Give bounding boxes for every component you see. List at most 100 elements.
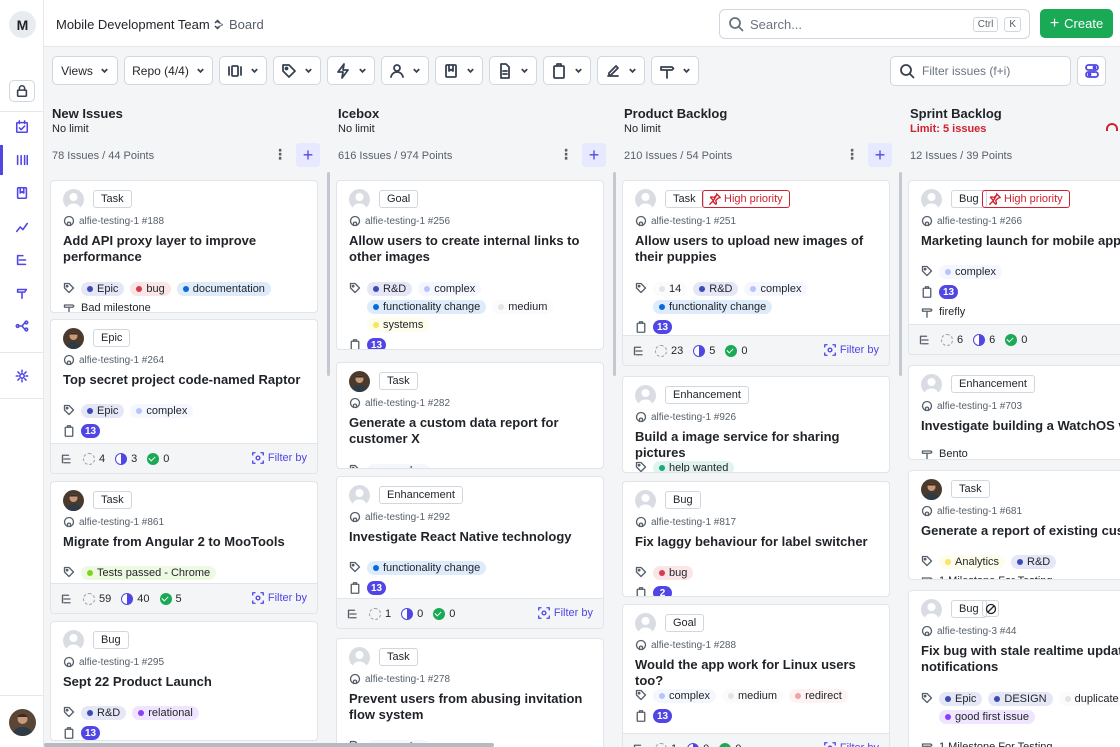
repo-filter-button[interactable]: Repo (4/4) (124, 56, 213, 85)
label-chip[interactable]: Epic (939, 692, 983, 706)
issue-card[interactable]: Bug alfie-testing-1 #817 Fix laggy behavio… (622, 481, 890, 597)
issue-title[interactable]: Build a image service for sharing pictur… (635, 429, 885, 461)
issue-card[interactable]: Enhancement alfie-testing-1 #292 Investiga… (336, 476, 604, 629)
issue-title[interactable]: Allow users to create internal links to … (349, 233, 599, 265)
filter-by-button[interactable]: Filter by (537, 607, 593, 619)
label-chip[interactable]: bug (653, 566, 694, 580)
label-chip[interactable]: duplicate (1058, 692, 1120, 706)
issue-title[interactable]: Add API proxy layer to improve performan… (63, 233, 313, 265)
label-chip[interactable]: redirect (789, 689, 848, 703)
estimate-filter-button[interactable] (543, 56, 591, 85)
column-scrollbar[interactable] (613, 172, 616, 376)
label-chip[interactable]: DESIGN (988, 692, 1053, 706)
issue-title[interactable]: Generate a custom data report for custom… (349, 415, 599, 447)
label-chip[interactable]: complex (418, 282, 482, 296)
label-chip[interactable]: 14 (653, 282, 688, 296)
issue-title[interactable]: Top secret project code-named Raptor (63, 372, 313, 388)
search-input[interactable]: Search... Ctrl K (719, 9, 1030, 39)
issue-card[interactable]: Task alfie-testing-1 #861 Migrate from Ang… (50, 481, 318, 614)
layout-button[interactable] (219, 56, 267, 85)
label-chip[interactable]: complex (130, 404, 194, 418)
milestone-icon[interactable] (10, 281, 34, 305)
issue-card[interactable]: Enhancement alfie-testing-1 #926 Build a i… (622, 376, 890, 473)
assignee-filter-button[interactable] (381, 56, 429, 85)
sprint-icon[interactable] (10, 115, 34, 139)
label-chip[interactable]: documentation (176, 282, 271, 296)
issue-title[interactable]: Fix bug with stale realtime updates for … (921, 643, 1120, 675)
label-chip[interactable]: bug (130, 282, 171, 296)
breadcrumb-team[interactable]: Mobile Development Team (56, 17, 222, 32)
issue-title[interactable]: Migrate from Angular 2 to MooTools (63, 534, 313, 550)
label-chip[interactable]: functionality change (367, 300, 487, 314)
label-chip[interactable]: Analytics (939, 555, 1006, 569)
label-chip[interactable]: R&D (81, 706, 127, 720)
issue-card[interactable]: Bug High priority alfie-testing-1 #266 Mark… (908, 180, 1120, 355)
label-chip[interactable]: complex (367, 464, 430, 468)
issue-card[interactable]: Enhancement alfie-testing-1 #703 Investiga… (908, 365, 1120, 460)
display-settings-button[interactable] (1077, 56, 1106, 86)
priority-filter-button[interactable] (327, 56, 375, 85)
add-issue-button[interactable]: + (296, 143, 320, 167)
user-avatar[interactable] (9, 709, 36, 736)
issue-card[interactable]: Goal alfie-testing-1 #256 Allow users to c… (336, 180, 604, 350)
filter-by-button[interactable]: Filter by (251, 452, 307, 464)
label-chip[interactable]: Epic (81, 282, 125, 296)
labels-filter-button[interactable] (273, 56, 321, 85)
more-options-icon[interactable]: ⋮ (845, 146, 859, 162)
label-chip[interactable]: help wanted (653, 461, 735, 472)
issue-card[interactable]: Task alfie-testing-1 #278 Prevent users fr… (336, 638, 604, 747)
label-chip[interactable]: R&D (693, 282, 739, 296)
label-chip[interactable]: functionality change (653, 300, 773, 314)
settings-gear-icon[interactable] (10, 364, 34, 388)
horizontal-scrollbar[interactable] (44, 743, 494, 747)
label-chip[interactable]: R&D (367, 282, 413, 296)
issue-card[interactable]: Bug alfie-testing-1 #295 Sept 22 Product L… (50, 621, 318, 741)
add-issue-button[interactable]: + (582, 143, 606, 167)
label-chip[interactable]: complex (939, 265, 1002, 279)
filter-by-button[interactable]: Filter by (823, 344, 879, 356)
issue-title[interactable]: Would the app work for Linux users too? (635, 657, 885, 689)
filter-by-button[interactable]: Filter by (251, 592, 307, 604)
issue-title[interactable]: Marketing launch for mobile app (921, 233, 1120, 249)
column-scrollbar[interactable] (327, 172, 330, 376)
issue-card[interactable]: Epic alfie-testing-1 #264 Top secret proje… (50, 319, 318, 474)
issue-title[interactable]: Fix laggy behaviour for label switcher (635, 534, 885, 550)
roadmap-icon[interactable] (10, 248, 34, 272)
workspace-avatar[interactable]: M (9, 11, 36, 38)
milestone-filter-button[interactable] (651, 56, 699, 85)
board-icon[interactable] (10, 148, 34, 172)
backlog-icon[interactable] (10, 181, 34, 205)
label-chip[interactable]: good first issue (939, 710, 1035, 724)
filter-issues-input[interactable]: Filter issues (f+i) (890, 56, 1071, 86)
column-scrollbar[interactable] (899, 172, 902, 376)
filter-by-button[interactable]: Filter by (823, 742, 879, 747)
create-button[interactable]: + Create (1040, 9, 1113, 38)
breadcrumb-board[interactable]: Board (229, 17, 264, 32)
issue-title[interactable]: Prevent users from abusing invitation fl… (349, 691, 599, 723)
issue-type-filter-button[interactable] (489, 56, 537, 85)
workflow-icon[interactable] (10, 314, 34, 338)
label-chip[interactable]: relational (132, 706, 199, 720)
more-options-icon[interactable]: ⋮ (273, 146, 287, 162)
label-chip[interactable]: R&D (1011, 555, 1057, 569)
add-issue-button[interactable]: + (868, 143, 892, 167)
issue-card[interactable]: Task alfie-testing-1 #188 Add API proxy la… (50, 180, 318, 313)
label-chip[interactable]: Tests passed - Chrome (81, 566, 217, 580)
issue-title[interactable]: Investigate React Native technology (349, 529, 599, 545)
issue-card[interactable]: Task alfie-testing-1 #282 Generate a custo… (336, 362, 604, 469)
issue-card[interactable]: Task alfie-testing-1 #681 Generate a repor… (908, 470, 1120, 580)
issue-card[interactable]: Goal alfie-testing-1 #288 Would the app wo… (622, 604, 890, 747)
label-chip[interactable]: medium (721, 689, 784, 703)
edit-filter-button[interactable] (597, 56, 645, 85)
issue-title[interactable]: Investigate building a WatchOS version (921, 418, 1120, 434)
label-chip[interactable]: complex (653, 689, 716, 703)
label-chip[interactable]: complex (744, 282, 808, 296)
label-chip[interactable]: systems (367, 318, 430, 332)
issue-title[interactable]: Generate a report of existing customers (921, 523, 1120, 539)
label-chip[interactable]: functionality change (367, 561, 487, 575)
issue-card[interactable]: Task High priority alfie-testing-1 #251 All… (622, 180, 890, 366)
views-button[interactable]: Views (52, 56, 118, 85)
more-options-icon[interactable]: ⋮ (559, 146, 573, 162)
label-chip[interactable]: Epic (81, 404, 125, 418)
issue-title[interactable]: Allow users to upload new images of thei… (635, 233, 885, 265)
